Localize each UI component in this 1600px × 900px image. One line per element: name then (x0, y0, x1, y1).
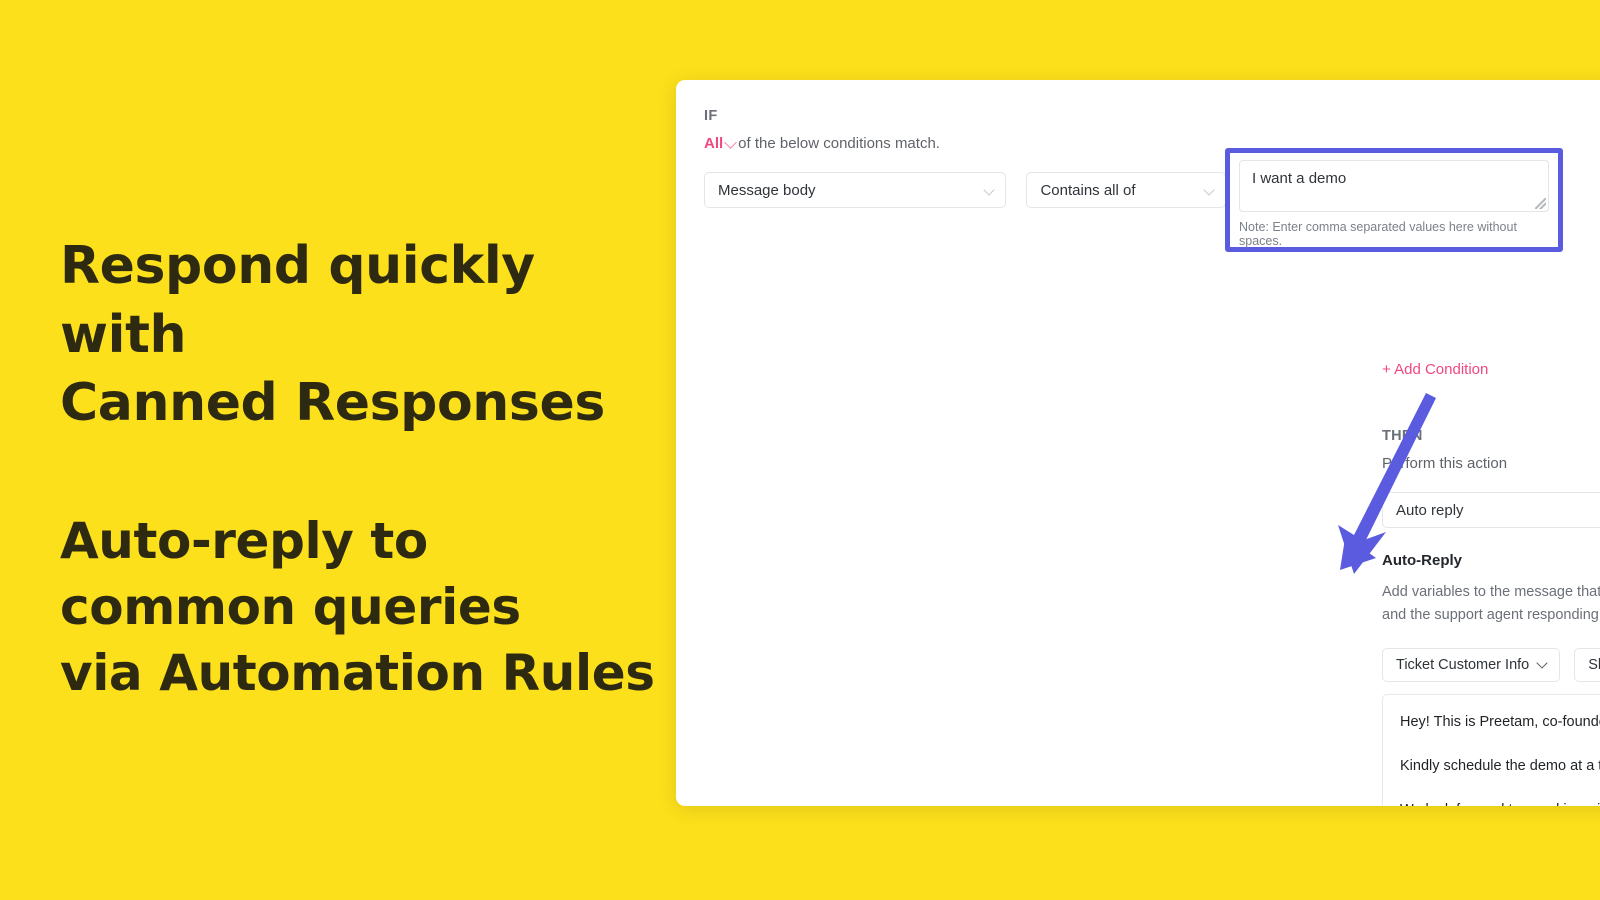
condition-value-note: Note: Enter comma separated values here … (1239, 220, 1517, 248)
promo-headline-2-line-1: Auto-reply to (60, 511, 428, 570)
promo-headline-1-line-2: Canned Responses (60, 373, 605, 434)
then-section-label: THEN (1382, 428, 1423, 444)
if-section-label: IF (704, 108, 718, 124)
message-line-2: Kindly schedule the demo at a time of yo… (1400, 756, 1600, 778)
condition-field-select[interactable]: Message body (704, 172, 1006, 208)
promo-headline-1: Respond quickly with Canned Responses (60, 232, 660, 438)
chevron-down-icon (1536, 657, 1548, 669)
auto-reply-editor[interactable]: Hey! This is Preetam, co-founder of Deli… (1382, 694, 1600, 806)
variable-button-row: Ticket Customer Info Shopify Info (1382, 647, 1600, 682)
auto-reply-title: Auto-Reply (1382, 552, 1462, 569)
promo-headline-2-line-3: via Automation Rules (60, 643, 655, 702)
match-type-dropdown[interactable]: All (704, 135, 723, 152)
then-section: THEN Perform this action Auto reply (1382, 428, 1600, 528)
condition-value-highlight: I want a demo Note: Enter comma separate… (1225, 148, 1563, 252)
action-value: Auto reply (1396, 501, 1464, 519)
auto-reply-section: Auto-Reply Add variables to the message … (1382, 552, 1600, 682)
condition-field-value: Message body (718, 181, 816, 199)
chevron-down-icon[interactable] (724, 136, 738, 149)
ticket-customer-info-label: Ticket Customer Info (1396, 656, 1530, 673)
promo-copy: Respond quickly with Canned Responses Au… (60, 232, 660, 706)
shopify-info-button[interactable]: Shopify Info (1574, 647, 1600, 682)
message-line-3: We look forward to speaking with you. Ha… (1400, 800, 1600, 807)
resize-handle[interactable] (1535, 198, 1546, 209)
chevron-down-icon (983, 184, 995, 196)
promo-headline-2: Auto-reply to common queries via Automat… (60, 508, 660, 706)
editor-content[interactable]: Hey! This is Preetam, co-founder of Deli… (1383, 695, 1600, 806)
if-match-sentence-text: of the below conditions match. (738, 135, 940, 152)
promo-headline-1-line-1: Respond quickly with (60, 236, 535, 365)
message-line-1: Hey! This is Preetam, co-founder of Deli… (1400, 714, 1600, 730)
then-sub-label: Perform this action (1382, 455, 1508, 472)
condition-value-text: I want a demo (1252, 170, 1347, 187)
ticket-customer-info-button[interactable]: Ticket Customer Info (1382, 647, 1561, 682)
condition-operator-select[interactable]: Contains all of (1026, 172, 1227, 208)
add-condition-link[interactable]: + Add Condition (1382, 361, 1488, 378)
message-line-2-text: Kindly schedule the demo at a time of yo… (1400, 757, 1600, 774)
condition-operator-value: Contains all of (1040, 181, 1136, 199)
promo-headline-2-line-2: common queries (60, 577, 521, 636)
auto-reply-description: Add variables to the message that get dy… (1382, 584, 1600, 624)
condition-value-textarea[interactable]: I want a demo (1239, 160, 1549, 212)
shopify-info-label: Shopify Info (1588, 656, 1600, 673)
action-select[interactable]: Auto reply (1382, 492, 1600, 528)
chevron-down-icon (1203, 184, 1216, 196)
